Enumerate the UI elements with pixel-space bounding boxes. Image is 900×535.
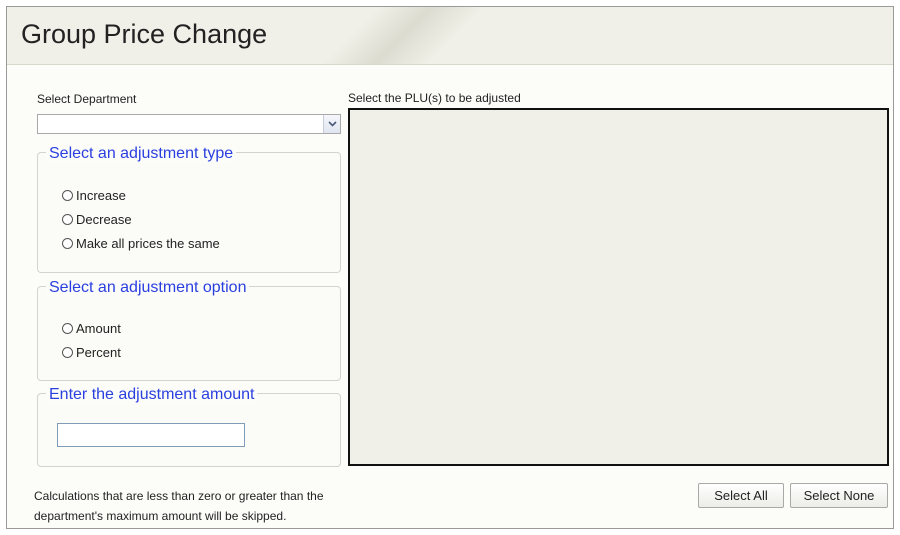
radio-circle-icon[interactable]: [62, 347, 73, 358]
select-none-button[interactable]: Select None: [790, 483, 888, 508]
adjustment-option-group: Select an adjustment option Amount Perce…: [37, 279, 341, 381]
department-select[interactable]: [37, 114, 341, 134]
radio-circle-icon[interactable]: [62, 323, 73, 334]
adjustment-type-group: Select an adjustment type Increase Decre…: [37, 145, 341, 273]
adjustment-type-legend: Select an adjustment type: [46, 145, 237, 163]
department-select-value: [38, 117, 41, 131]
radio-circle-icon[interactable]: [62, 190, 73, 201]
radio-amount[interactable]: Amount: [62, 321, 121, 336]
title-decoration: [307, 7, 487, 64]
radio-circle-icon[interactable]: [62, 214, 73, 225]
radio-make-same-label: Make all prices the same: [76, 236, 220, 251]
adjustment-amount-legend: Enter the adjustment amount: [46, 386, 258, 404]
adjustment-amount-input[interactable]: [57, 423, 245, 447]
group-price-change-window: Group Price Change Select Department Sel…: [6, 6, 894, 529]
radio-circle-icon[interactable]: [62, 238, 73, 249]
adjustment-option-legend: Select an adjustment option: [46, 279, 250, 297]
select-all-button[interactable]: Select All: [698, 483, 784, 508]
title-bar: Group Price Change: [7, 7, 893, 65]
radio-increase-label: Increase: [76, 188, 126, 203]
chevron-down-icon[interactable]: [323, 115, 340, 133]
radio-decrease[interactable]: Decrease: [62, 212, 132, 227]
radio-percent[interactable]: Percent: [62, 345, 121, 360]
department-label: Select Department: [37, 92, 137, 106]
radio-increase[interactable]: Increase: [62, 188, 126, 203]
plu-label: Select the PLU(s) to be adjusted: [348, 91, 521, 105]
plu-list[interactable]: [348, 108, 889, 466]
radio-make-same[interactable]: Make all prices the same: [62, 236, 220, 251]
radio-amount-label: Amount: [76, 321, 121, 336]
radio-percent-label: Percent: [76, 345, 121, 360]
footer-note-line-1: Calculations that are less than zero or …: [34, 489, 324, 503]
adjustment-amount-group: Enter the adjustment amount: [37, 386, 341, 467]
page-title: Group Price Change: [21, 19, 268, 49]
footer-note-line-2: department's maximum amount will be skip…: [34, 509, 287, 523]
radio-decrease-label: Decrease: [76, 212, 132, 227]
footer-note: Calculations that are less than zero or …: [34, 486, 454, 526]
